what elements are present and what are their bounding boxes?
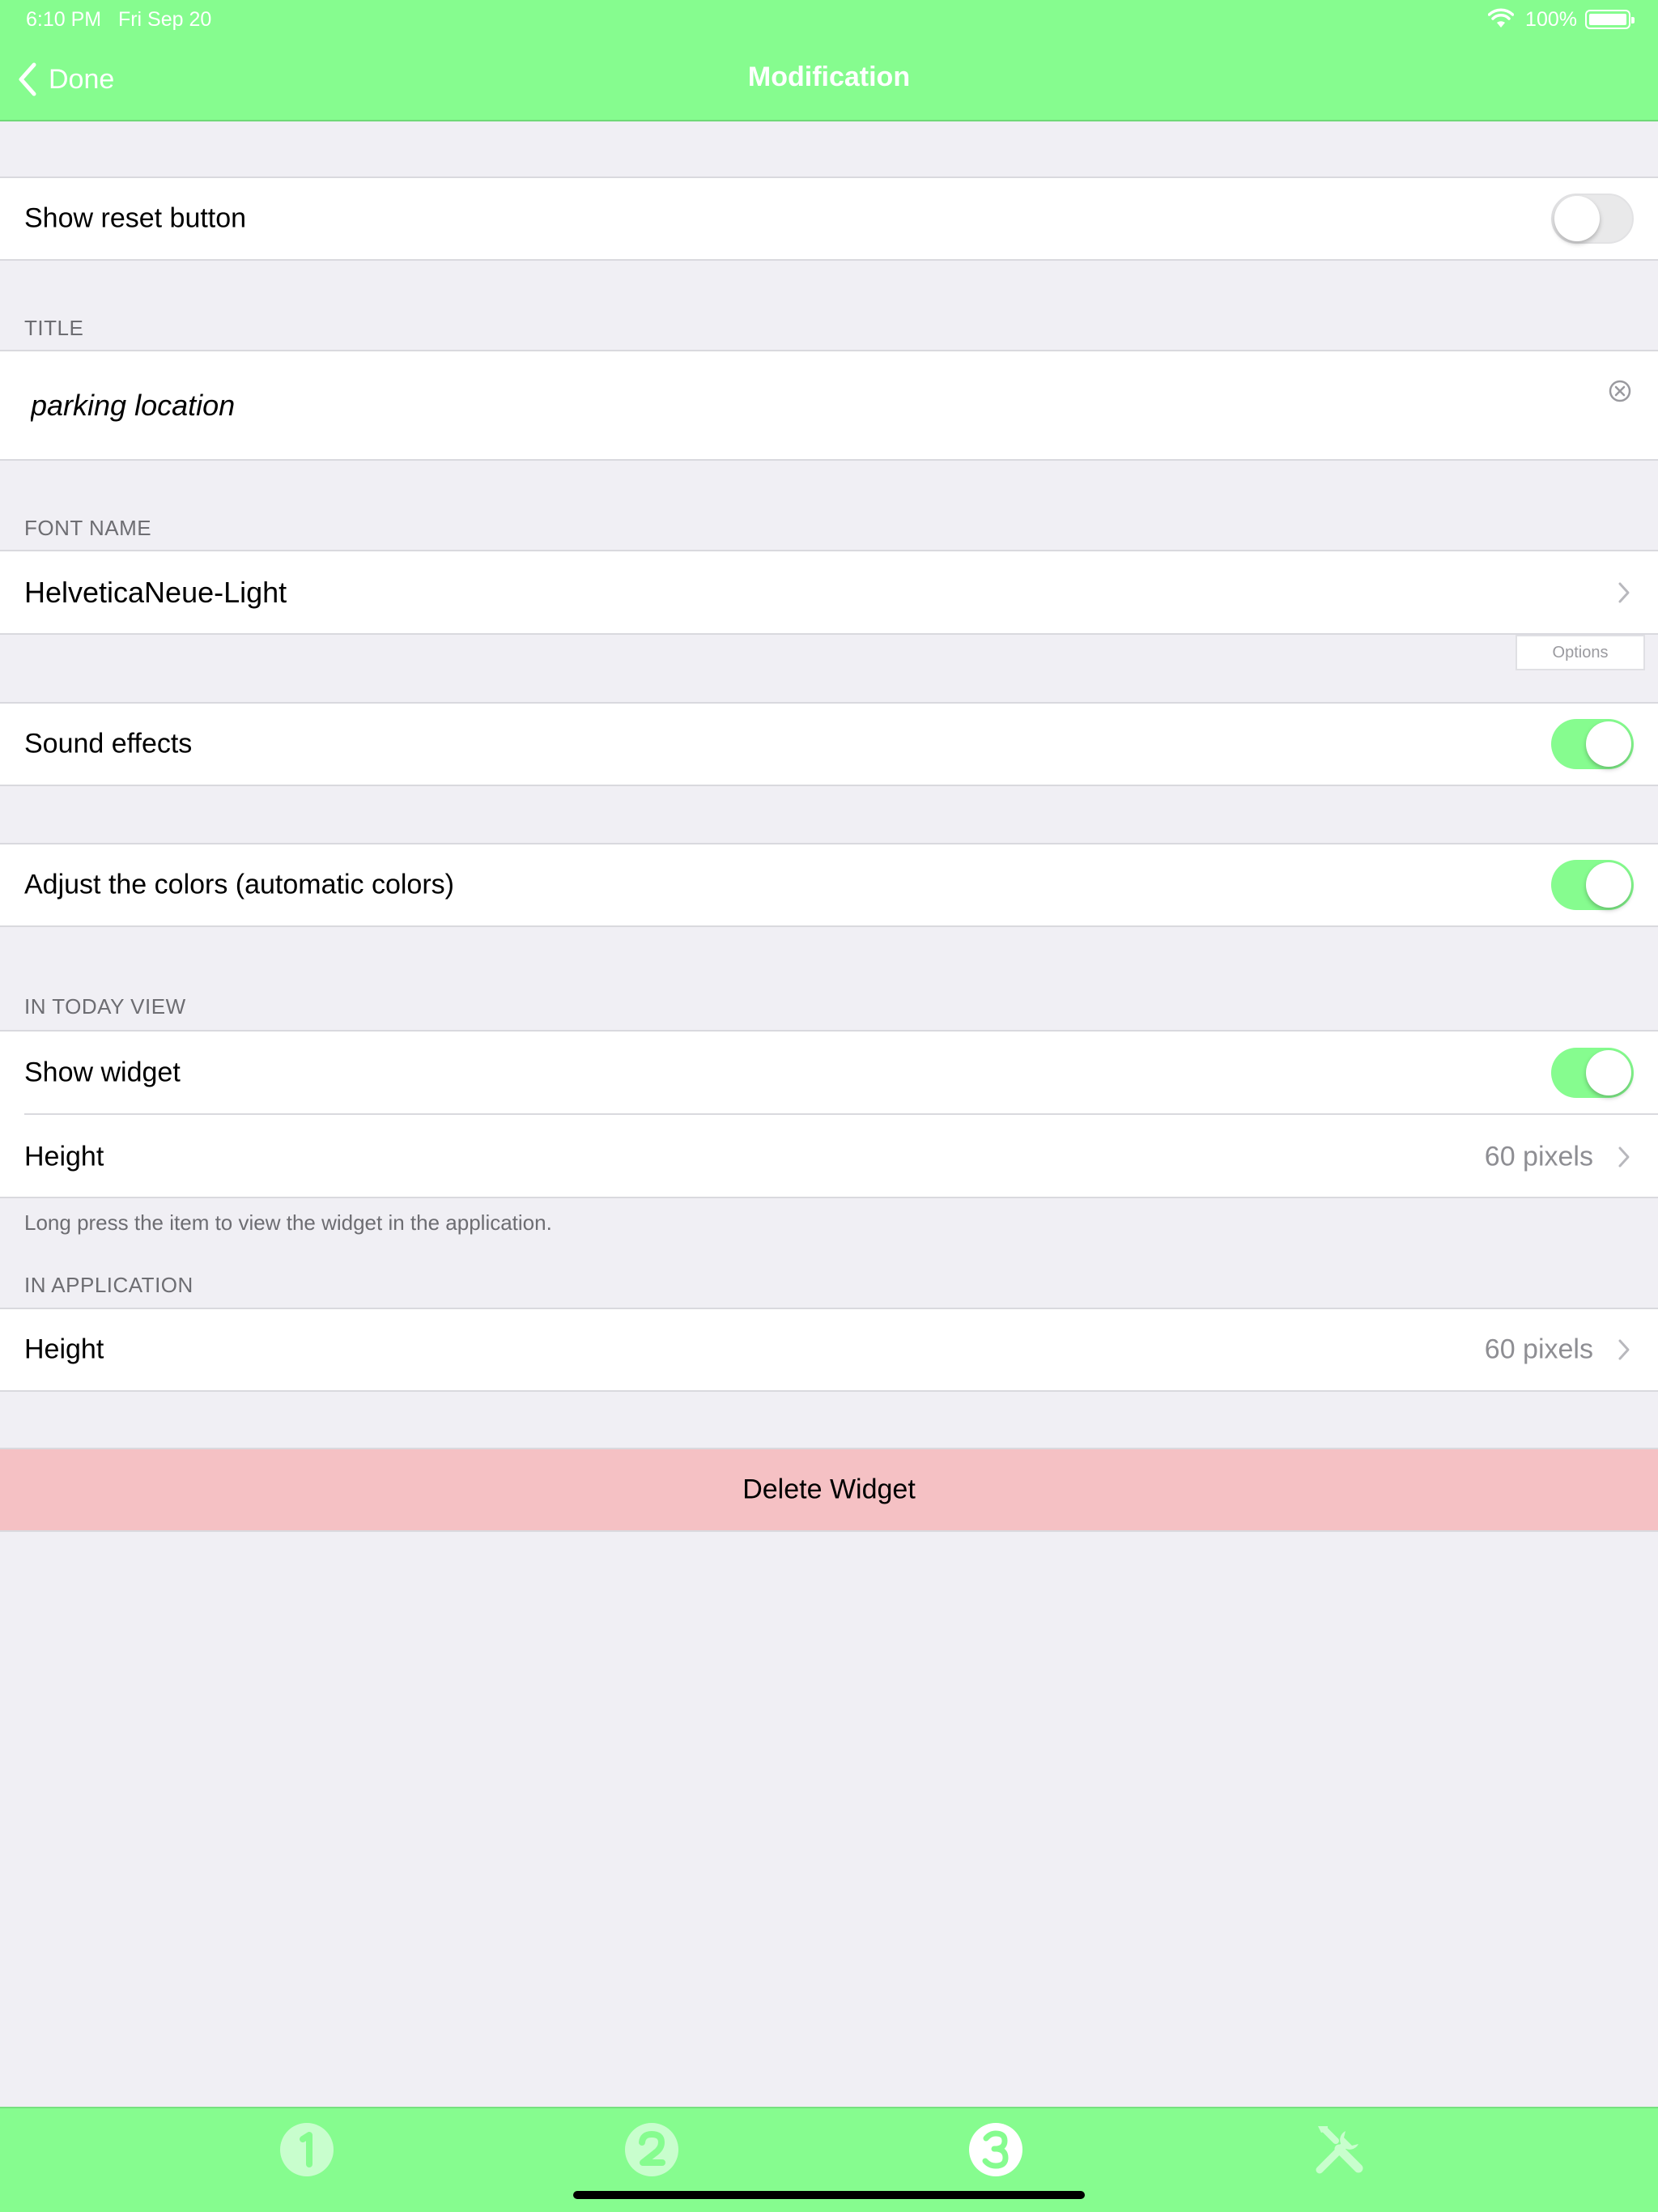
clear-icon[interactable] bbox=[1608, 379, 1632, 403]
battery-percentage: 100% bbox=[1525, 8, 1577, 31]
adjust-colors-row: Adjust the colors (automatic colors) bbox=[0, 843, 1658, 927]
title-section-header: TITLE bbox=[24, 316, 84, 340]
title-input[interactable] bbox=[31, 388, 1569, 423]
tab-3-icon[interactable] bbox=[967, 2121, 1024, 2178]
today-height-label: Height bbox=[24, 1141, 104, 1172]
status-time: 6:10 PM Fri Sep 20 bbox=[26, 8, 212, 31]
show-reset-label: Show reset button bbox=[24, 202, 247, 234]
today-height-row[interactable]: Height 60 pixels bbox=[0, 1115, 1658, 1198]
delete-widget-label: Delete Widget bbox=[742, 1474, 916, 1505]
tools-icon[interactable] bbox=[1312, 2121, 1368, 2178]
chevron-right-icon bbox=[1618, 1146, 1630, 1167]
font-name-value: HelveticaNeue-Light bbox=[24, 575, 287, 609]
application-section-header: IN APPLICATION bbox=[24, 1273, 193, 1297]
show-widget-label: Show widget bbox=[24, 1057, 181, 1088]
chevron-right-icon bbox=[1618, 582, 1630, 602]
show-reset-row: Show reset button bbox=[0, 177, 1658, 261]
battery-icon bbox=[1585, 10, 1635, 29]
font-name-row[interactable]: HelveticaNeue-Light bbox=[0, 550, 1658, 635]
today-footer-text: Long press the item to view the widget i… bbox=[24, 1210, 552, 1235]
tab-1-icon[interactable] bbox=[278, 2121, 335, 2178]
options-button[interactable]: Options bbox=[1516, 635, 1645, 670]
app-height-row[interactable]: Height 60 pixels bbox=[0, 1308, 1658, 1392]
chevron-right-icon bbox=[1618, 1339, 1630, 1360]
sound-effects-label: Sound effects bbox=[24, 728, 193, 759]
home-indicator bbox=[573, 2191, 1085, 2199]
delete-widget-button[interactable]: Delete Widget bbox=[0, 1448, 1658, 1532]
show-widget-row: Show widget bbox=[0, 1032, 1658, 1114]
today-view-group: Show widget Height 60 pixels bbox=[0, 1030, 1658, 1198]
page-title: Modification bbox=[747, 62, 911, 92]
today-section-header: IN TODAY VIEW bbox=[24, 994, 186, 1019]
wifi-icon bbox=[1488, 8, 1514, 28]
adjust-colors-toggle[interactable] bbox=[1551, 860, 1634, 910]
sound-effects-toggle[interactable] bbox=[1551, 719, 1634, 769]
today-height-value: 60 pixels bbox=[1484, 1141, 1593, 1172]
show-widget-toggle[interactable] bbox=[1551, 1048, 1634, 1098]
navigation-bar: 6:10 PM Fri Sep 20 100% Done Modificatio… bbox=[0, 0, 1658, 121]
tab-2-icon[interactable] bbox=[623, 2121, 680, 2178]
app-height-label: Height bbox=[24, 1334, 104, 1365]
app-height-value: 60 pixels bbox=[1484, 1334, 1593, 1365]
adjust-colors-label: Adjust the colors (automatic colors) bbox=[24, 869, 454, 900]
show-reset-toggle[interactable] bbox=[1551, 194, 1634, 244]
title-row bbox=[0, 350, 1658, 461]
font-section-header: FONT NAME bbox=[24, 516, 152, 540]
sound-effects-row: Sound effects bbox=[0, 702, 1658, 786]
